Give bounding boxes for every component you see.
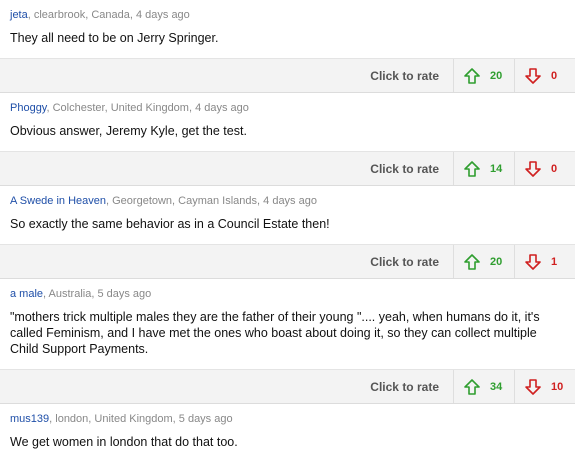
thumbs-up-arrow-icon bbox=[464, 160, 480, 177]
comment-body: jeta, clearbrook, Canada, 4 days ago They… bbox=[0, 0, 575, 58]
comment-item: Phoggy, Colchester, United Kingdom, 4 da… bbox=[0, 92, 575, 185]
thumbs-down-arrow-icon bbox=[525, 67, 541, 84]
comment-text: Obvious answer, Jeremy Kyle, get the tes… bbox=[10, 124, 247, 138]
vote-down-button[interactable]: 10 bbox=[514, 370, 575, 403]
vote-down-button[interactable]: 1 bbox=[514, 245, 575, 278]
comment-text: So exactly the same behavior as in a Cou… bbox=[10, 217, 330, 231]
comment-item: A Swede in Heaven, Georgetown, Cayman Is… bbox=[0, 185, 575, 278]
comment-meta: mus139, london, United Kingdom, 5 days a… bbox=[10, 412, 565, 426]
author-link[interactable]: Phoggy bbox=[10, 102, 47, 114]
vote-up-count: 34 bbox=[490, 380, 503, 393]
comment-item: a male, Australia, 5 days ago "mothers tr… bbox=[0, 278, 575, 403]
vote-down-count: 1 bbox=[551, 255, 558, 268]
rating-bar: Click to rate 20 1 bbox=[0, 244, 575, 278]
comment-item: mus139, london, United Kingdom, 5 days a… bbox=[0, 403, 575, 462]
comment-location-time: , Georgetown, Cayman Islands, 4 days ago bbox=[106, 195, 317, 207]
comment-list: jeta, clearbrook, Canada, 4 days ago They… bbox=[0, 0, 575, 462]
vote-up-count: 20 bbox=[490, 255, 503, 268]
click-to-rate-label: Click to rate bbox=[370, 68, 439, 83]
comment-location-time: , london, United Kingdom, 5 days ago bbox=[49, 413, 233, 425]
comment-meta: A Swede in Heaven, Georgetown, Cayman Is… bbox=[10, 194, 565, 208]
vote-up-button[interactable]: 20 bbox=[453, 245, 514, 278]
rating-bar: Click to rate 14 0 bbox=[0, 151, 575, 185]
click-to-rate-label: Click to rate bbox=[370, 161, 439, 176]
comment-text: We get women in london that do that too. bbox=[10, 435, 238, 449]
comment-body: Phoggy, Colchester, United Kingdom, 4 da… bbox=[0, 93, 575, 151]
comment-meta: a male, Australia, 5 days ago bbox=[10, 287, 565, 301]
vote-down-count: 10 bbox=[551, 380, 564, 393]
vote-down-button[interactable]: 0 bbox=[514, 59, 575, 92]
comment-meta: Phoggy, Colchester, United Kingdom, 4 da… bbox=[10, 101, 565, 115]
comment-meta: jeta, clearbrook, Canada, 4 days ago bbox=[10, 8, 565, 22]
click-to-rate-label: Click to rate bbox=[370, 379, 439, 394]
rating-bar: Click to rate 20 0 bbox=[0, 58, 575, 92]
comment-item: jeta, clearbrook, Canada, 4 days ago They… bbox=[0, 0, 575, 92]
comment-location-time: , clearbrook, Canada, 4 days ago bbox=[27, 9, 190, 21]
vote-down-count: 0 bbox=[551, 69, 558, 82]
vote-up-button[interactable]: 14 bbox=[453, 152, 514, 185]
vote-up-count: 20 bbox=[490, 69, 503, 82]
comment-text: "mothers trick multiple males they are t… bbox=[10, 310, 540, 356]
vote-up-button[interactable]: 34 bbox=[453, 370, 514, 403]
vote-up-count: 14 bbox=[490, 162, 503, 175]
thumbs-down-arrow-icon bbox=[525, 253, 541, 270]
author-link[interactable]: a male bbox=[10, 288, 43, 300]
author-link[interactable]: mus139 bbox=[10, 413, 49, 425]
comment-text: They all need to be on Jerry Springer. bbox=[10, 31, 219, 45]
comment-location-time: , Australia, 5 days ago bbox=[43, 288, 152, 300]
vote-down-button[interactable]: 0 bbox=[514, 152, 575, 185]
vote-down-count: 0 bbox=[551, 162, 558, 175]
vote-up-button[interactable]: 20 bbox=[453, 59, 514, 92]
thumbs-down-arrow-icon bbox=[525, 378, 541, 395]
comment-body: a male, Australia, 5 days ago "mothers tr… bbox=[0, 279, 575, 369]
thumbs-down-arrow-icon bbox=[525, 160, 541, 177]
thumbs-up-arrow-icon bbox=[464, 253, 480, 270]
rating-bar: Click to rate 34 10 bbox=[0, 369, 575, 403]
author-link[interactable]: jeta bbox=[10, 9, 28, 21]
thumbs-up-arrow-icon bbox=[464, 378, 480, 395]
comment-body: mus139, london, United Kingdom, 5 days a… bbox=[0, 404, 575, 462]
click-to-rate-label: Click to rate bbox=[370, 254, 439, 269]
comment-body: A Swede in Heaven, Georgetown, Cayman Is… bbox=[0, 186, 575, 244]
thumbs-up-arrow-icon bbox=[464, 67, 480, 84]
author-link[interactable]: A Swede in Heaven bbox=[10, 195, 106, 207]
comment-location-time: , Colchester, United Kingdom, 4 days ago bbox=[46, 102, 249, 114]
